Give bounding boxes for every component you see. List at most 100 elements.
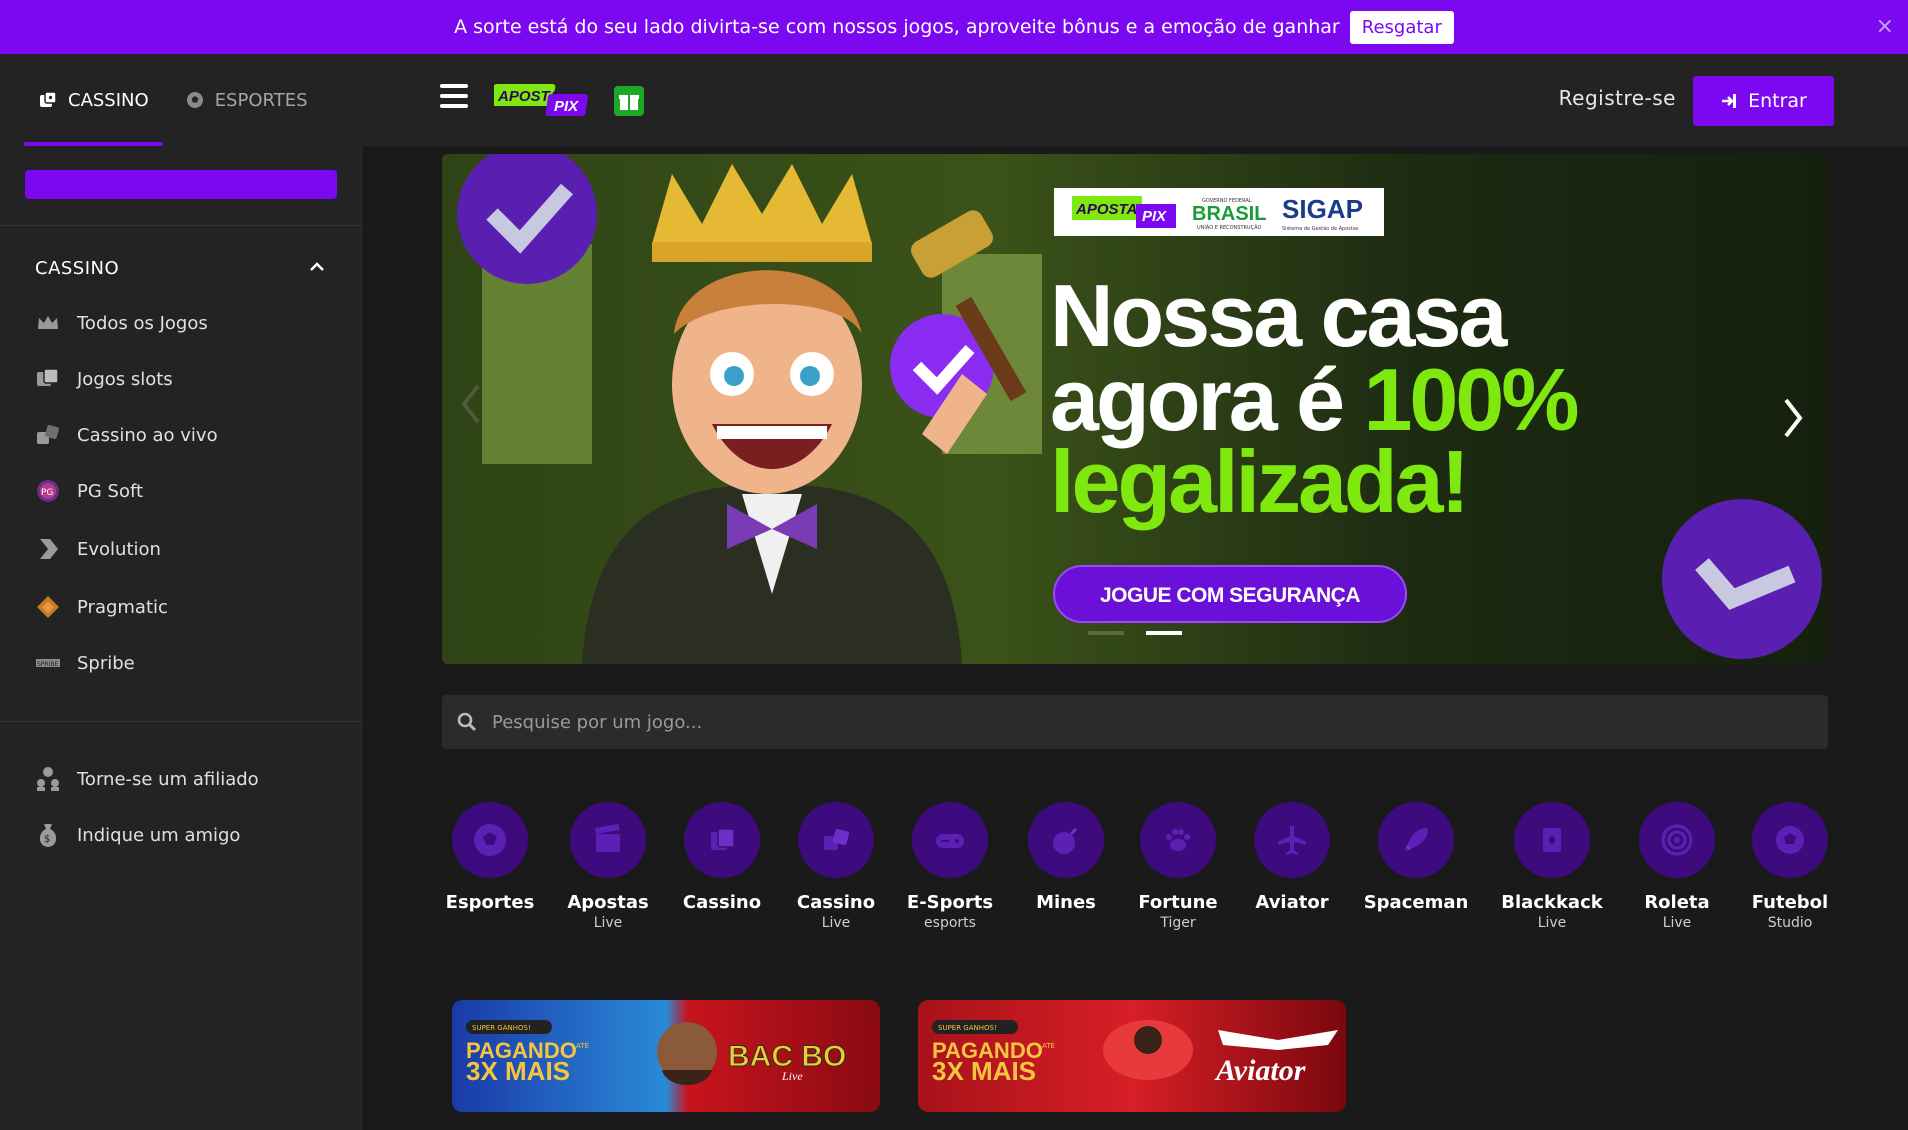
category-label: Futebol: [1751, 892, 1829, 913]
rocket-icon: [1404, 828, 1428, 852]
category-live-bets[interactable]: Apostas Live: [548, 802, 668, 931]
sidebar-item-refer-friend[interactable]: $ Indique um amigo: [35, 822, 240, 848]
sidebar-item-label: Cassino ao vivo: [77, 424, 218, 446]
gift-icon[interactable]: [614, 86, 644, 116]
plane-icon: [1278, 826, 1306, 855]
hero-banner-art: APOSTA PIX GOVERNO FEDERAL BRASIL UNIÃO …: [457, 154, 1822, 664]
promo-game-subtitle: Live: [781, 1069, 803, 1083]
carousel-dot-active: [1146, 631, 1182, 635]
aposta-pix-logo[interactable]: APOSTA PIX: [494, 82, 594, 118]
login-icon: [1722, 94, 1737, 108]
sidebar-item-all-games[interactable]: Todos os Jogos: [35, 310, 208, 336]
category-label: Cassino: [796, 892, 876, 913]
register-link[interactable]: Registre-se: [1559, 86, 1676, 110]
sidebar: CASSINO Todos os Jogos Jogos slots Cassi…: [0, 146, 362, 1130]
dice-icon: [35, 422, 61, 448]
paw-icon: [1166, 829, 1190, 851]
login-button[interactable]: Entrar: [1693, 76, 1834, 126]
category-label: Aviator: [1255, 892, 1329, 913]
pragmatic-icon: [35, 594, 61, 620]
sidebar-item-pragmatic[interactable]: Pragmatic: [35, 594, 168, 620]
sidebar-item-spribe[interactable]: SPRIBE Spribe: [35, 650, 135, 676]
category-label: Esportes: [445, 892, 535, 913]
spribe-icon: SPRIBE: [35, 650, 61, 676]
sidebar-item-slots[interactable]: Jogos slots: [35, 366, 173, 392]
svg-text:PG: PG: [41, 488, 53, 498]
hero-banner[interactable]: APOSTA PIX GOVERNO FEDERAL BRASIL UNIÃO …: [442, 154, 1828, 664]
evolution-icon: [35, 536, 61, 562]
svg-text:SPRIBE: SPRIBE: [37, 661, 58, 668]
header: CASSINO ESPORTES APOSTA PIX Registre-se …: [0, 54, 1908, 146]
chevron-right-icon: [1784, 398, 1803, 438]
category-casino[interactable]: Cassino: [662, 802, 782, 915]
category-label: Apostas: [567, 892, 649, 913]
banner-cta-label: JOGUE COM SEGURANÇA: [1100, 584, 1360, 607]
main-content: APOSTA PIX GOVERNO FEDERAL BRASIL UNIÃO …: [362, 146, 1908, 1130]
search-icon: [457, 712, 477, 732]
casino-icon: [40, 91, 57, 107]
chevron-up-icon[interactable]: [306, 256, 328, 278]
sidebar-tabs: CASSINO ESPORTES: [0, 54, 362, 146]
menu-icon[interactable]: [440, 84, 468, 108]
tab-sports[interactable]: ESPORTES: [171, 54, 322, 146]
sidebar-item-pg-soft[interactable]: PG PG Soft: [35, 478, 143, 504]
logo-text-pix: PIX: [554, 98, 579, 115]
promo-card-aviator[interactable]: SUPER GANHOS! PAGANDO ATÉ 3X MAIS Aviato…: [918, 1000, 1346, 1112]
category-fortune-tiger[interactable]: Fortune Tiger: [1118, 802, 1238, 931]
redeem-button[interactable]: Resgatar: [1349, 10, 1454, 44]
category-roulette[interactable]: Roleta Live: [1617, 802, 1737, 931]
promo-badge: SUPER GANHOS!: [472, 1024, 531, 1032]
carousel-dot: [1088, 631, 1124, 635]
category-sublabel: Live: [1537, 915, 1567, 931]
category-esports[interactable]: E-Sports esports: [890, 802, 1010, 931]
sidebar-item-label: Jogos slots: [77, 368, 173, 390]
category-mines[interactable]: Mines: [1006, 802, 1126, 915]
sidebar-item-label: Todos os Jogos: [77, 312, 208, 334]
partner-logo-sigap-sub: Sistema de Gestão de Apostas: [1282, 226, 1359, 232]
category-football-studio[interactable]: Futebol Studio: [1730, 802, 1850, 931]
sidebar-item-label: Indique um amigo: [77, 824, 241, 846]
promo-badge: SUPER GANHOS!: [938, 1024, 997, 1032]
banner-headline-3: legalizada!: [1050, 432, 1467, 531]
partner-logo-aposta: APOSTA: [1075, 201, 1137, 218]
sidebar-cta-button[interactable]: [25, 170, 337, 199]
promo-card-art: SUPER GANHOS! PAGANDO ATÉ 3X MAIS BAC BO…: [452, 1000, 880, 1112]
pg-soft-icon: PG: [35, 478, 61, 504]
card-icon: [1543, 828, 1561, 852]
promo-line-2: 3X MAIS: [466, 1056, 570, 1086]
category-label: Spaceman: [1363, 892, 1469, 913]
partner-logo-pix: PIX: [1142, 208, 1167, 225]
category-blackjack[interactable]: Blackkack Live: [1492, 802, 1612, 931]
category-sublabel: Live: [821, 915, 851, 931]
banner-cta-button[interactable]: JOGUE COM SEGURANÇA: [1053, 565, 1407, 623]
promo-upto: ATÉ: [1042, 1041, 1055, 1050]
category-spaceman[interactable]: Spaceman: [1356, 802, 1476, 915]
promo-card-bac-bo[interactable]: SUPER GANHOS! PAGANDO ATÉ 3X MAIS BAC BO…: [452, 1000, 880, 1112]
category-sports[interactable]: Esportes: [430, 802, 550, 915]
promo-game-title: Aviator: [1214, 1054, 1306, 1087]
slots-icon: [35, 366, 61, 392]
promo-line-2: 3X MAIS: [932, 1056, 1036, 1086]
sidebar-item-label: Torne-se um afiliado: [77, 768, 259, 790]
promo-upto: ATÉ: [576, 1041, 589, 1050]
category-live-casino[interactable]: Cassino Live: [776, 802, 896, 931]
verified-badge-icon: [1662, 499, 1822, 659]
sidebar-item-evolution[interactable]: Evolution: [35, 536, 161, 562]
close-icon[interactable]: ×: [1876, 14, 1894, 39]
sidebar-item-affiliate[interactable]: Torne-se um afiliado: [35, 766, 259, 792]
category-label: Fortune: [1138, 892, 1218, 913]
promo-card-art: SUPER GANHOS! PAGANDO ATÉ 3X MAIS Aviato…: [918, 1000, 1346, 1112]
sidebar-item-live-casino[interactable]: Cassino ao vivo: [35, 422, 218, 448]
promo-text: A sorte está do seu lado divirta-se com …: [454, 16, 1340, 38]
search-input[interactable]: [492, 711, 1692, 733]
category-aviator[interactable]: Aviator: [1232, 802, 1352, 915]
category-label: Roleta: [1644, 892, 1710, 913]
category-label: Cassino: [682, 892, 762, 913]
crown-icon: [35, 310, 61, 336]
tab-casino[interactable]: CASSINO: [24, 54, 163, 146]
divider: [0, 225, 362, 226]
partner-logo-sigap: SIGAP: [1282, 194, 1363, 224]
svg-text:$: $: [44, 834, 50, 845]
dice-icon: [824, 828, 850, 850]
sidebar-item-label: Evolution: [77, 538, 161, 560]
